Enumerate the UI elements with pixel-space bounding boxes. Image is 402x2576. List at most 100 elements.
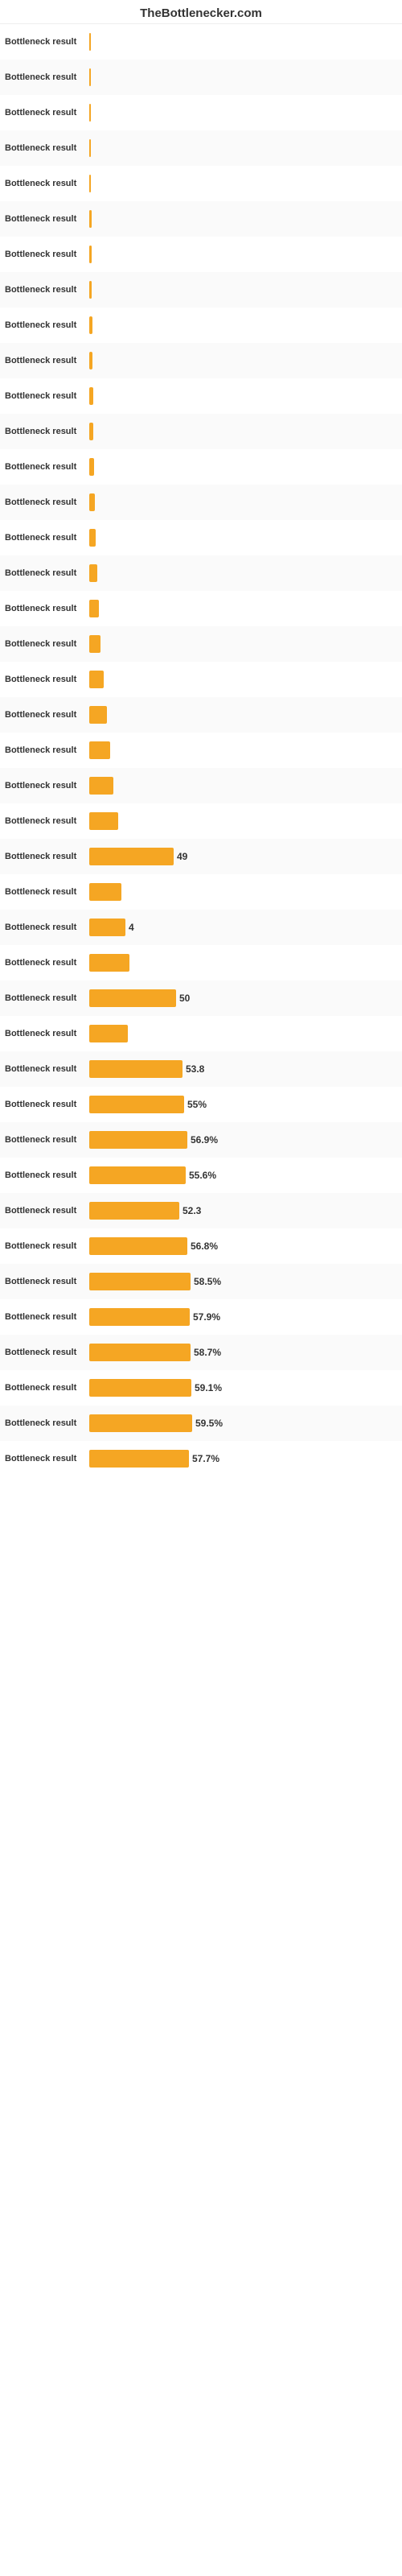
bar-cell: Bottleneck result [5,139,397,157]
bar-cell: Bottleneck result [5,458,397,476]
table-row: Bottleneck result [0,626,402,662]
table-row: Bottleneck result 55% [0,1087,402,1122]
row-label: Bottleneck result [5,1064,89,1074]
bar-cell: Bottleneck result 52.3 [5,1202,397,1220]
table-row: Bottleneck result [0,591,402,626]
bar-wrap [89,281,397,299]
table-row: Bottleneck result [0,662,402,697]
bar-wrap [89,741,397,759]
bar [89,423,93,440]
bar [89,564,97,582]
row-label: Bottleneck result [5,1170,89,1180]
table-row: Bottleneck result 57.7% [0,1441,402,1476]
row-label: Bottleneck result [5,887,89,897]
bar-value: 56.9% [191,1134,218,1146]
row-label: Bottleneck result [5,993,89,1003]
table-row: Bottleneck result [0,378,402,414]
bar-cell: Bottleneck result [5,564,397,582]
bar [89,812,118,830]
bar-cell: Bottleneck result [5,1025,397,1042]
row-label: Bottleneck result [5,1383,89,1393]
bar [89,883,121,901]
bar [89,68,91,86]
row-label: Bottleneck result [5,497,89,507]
bar-cell: Bottleneck result [5,954,397,972]
table-row: Bottleneck result [0,272,402,308]
bar-value: 55.6% [189,1170,216,1181]
bar-wrap [89,777,397,795]
row-label: Bottleneck result [5,462,89,472]
bar-wrap [89,458,397,476]
table-row: Bottleneck result 4 [0,910,402,945]
bar-cell: Bottleneck result [5,529,397,547]
row-label: Bottleneck result [5,1135,89,1145]
bar-wrap: 59.1% [89,1379,397,1397]
bar-wrap [89,423,397,440]
bar-wrap: 56.9% [89,1131,397,1149]
bar-cell: Bottleneck result [5,600,397,617]
bar-wrap [89,600,397,617]
bar-cell: Bottleneck result [5,883,397,901]
bar-wrap [89,352,397,369]
bar [89,848,174,865]
bar-value: 55% [187,1099,207,1110]
row-label: Bottleneck result [5,745,89,755]
bar [89,954,129,972]
bar-cell: Bottleneck result 55.6% [5,1166,397,1184]
table-row: Bottleneck result 56.9% [0,1122,402,1158]
bar-value: 57.9% [193,1311,220,1323]
bar-wrap: 50 [89,989,397,1007]
table-row: Bottleneck result 58.5% [0,1264,402,1299]
bar-wrap [89,564,397,582]
bar [89,706,107,724]
bar [89,1344,191,1361]
bar [89,458,94,476]
bar [89,1025,128,1042]
bar [89,493,95,511]
bar-cell: Bottleneck result 56.8% [5,1237,397,1255]
bar-cell: Bottleneck result [5,812,397,830]
bar [89,1131,187,1149]
table-row: Bottleneck result [0,874,402,910]
table-row: Bottleneck result [0,768,402,803]
bar-wrap: 4 [89,919,397,936]
bar-wrap [89,671,397,688]
bar-cell: Bottleneck result 53.8 [5,1060,397,1078]
bar-wrap: 57.9% [89,1308,397,1326]
bar [89,741,110,759]
bar-wrap: 53.8 [89,1060,397,1078]
bar-wrap [89,246,397,263]
row-label: Bottleneck result [5,1241,89,1251]
bar-cell: Bottleneck result 58.7% [5,1344,397,1361]
bar-cell: Bottleneck result 59.5% [5,1414,397,1432]
table-row: Bottleneck result [0,237,402,272]
bar-cell: Bottleneck result [5,777,397,795]
bar [89,529,96,547]
bar-cell: Bottleneck result 58.5% [5,1273,397,1290]
row-label: Bottleneck result [5,923,89,932]
row-group: Bottleneck result Bottleneck result Bott… [0,24,402,1476]
row-label: Bottleneck result [5,1029,89,1038]
bar [89,1237,187,1255]
bar [89,1202,179,1220]
row-label: Bottleneck result [5,250,89,259]
bar-wrap [89,883,397,901]
bar [89,1166,186,1184]
bar-cell: Bottleneck result 59.1% [5,1379,397,1397]
row-label: Bottleneck result [5,1277,89,1286]
bar-wrap: 55.6% [89,1166,397,1184]
table-row: Bottleneck result [0,60,402,95]
table-row: Bottleneck result [0,485,402,520]
bar-wrap [89,1025,397,1042]
table-row: Bottleneck result [0,130,402,166]
bar-value: 49 [177,851,187,862]
table-row: Bottleneck result [0,24,402,60]
bar [89,777,113,795]
table-row: Bottleneck result [0,697,402,733]
bar-wrap [89,175,397,192]
bar-wrap [89,706,397,724]
bar-cell: Bottleneck result [5,635,397,653]
bar-value: 59.1% [195,1382,222,1393]
bar [89,919,125,936]
row-label: Bottleneck result [5,1348,89,1357]
